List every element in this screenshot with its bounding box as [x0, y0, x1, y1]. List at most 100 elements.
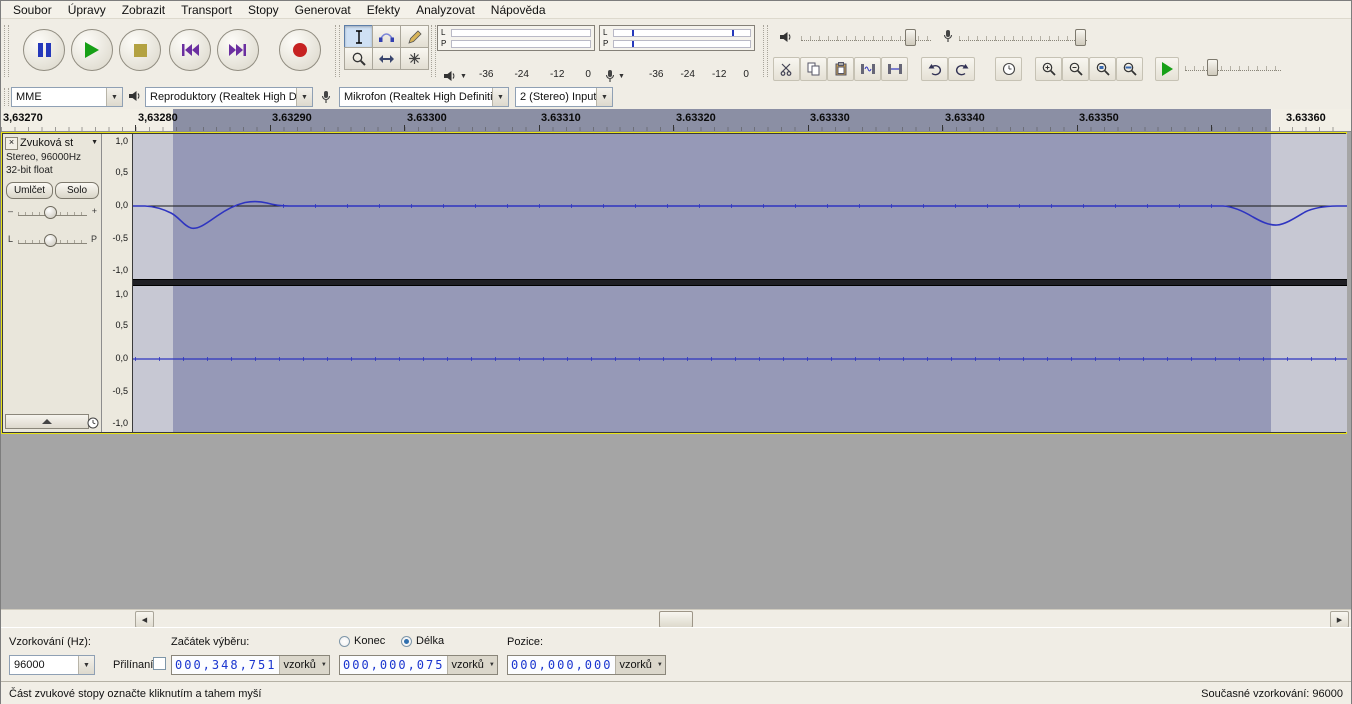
selection-start-digits[interactable]: 000,348,751 [172, 656, 279, 674]
toolbar-dock: L P ▼ -36 -24 -12 0 L P [1, 19, 1351, 86]
position-digits[interactable]: 000,000,000 [508, 656, 615, 674]
waveform-channel-left[interactable] [133, 134, 1347, 279]
clock-icon[interactable] [87, 417, 99, 429]
slider-thumb[interactable] [1207, 59, 1218, 76]
paste-icon [834, 62, 848, 76]
menu-item-edit[interactable]: Úpravy [60, 2, 114, 18]
zoom-in-button[interactable] [1035, 57, 1062, 81]
input-device-select[interactable]: Mikrofon (Realtek High Definiti ▼ [339, 87, 509, 107]
meter-toolbar-grip[interactable] [431, 25, 436, 77]
menu-item-help[interactable]: Nápověda [483, 2, 554, 18]
redo-button[interactable] [948, 57, 975, 81]
mute-button[interactable]: Umlčet [6, 182, 53, 199]
pan-slider-thumb[interactable] [44, 234, 57, 247]
waveform-left-svg [133, 134, 1347, 279]
end-radio[interactable]: Konec [339, 635, 385, 647]
envelope-tool-button[interactable] [372, 25, 401, 48]
selection-tool-button[interactable] [344, 25, 373, 48]
recording-meter-menu-button[interactable]: ▼ [605, 67, 625, 85]
input-channels-select[interactable]: 2 (Stereo) Input C ▼ [515, 87, 613, 107]
track-menu-button[interactable]: ▼ [91, 139, 98, 146]
pause-icon [38, 43, 51, 57]
playback-meter[interactable]: L P [437, 25, 595, 51]
horizontal-scrollbar[interactable]: ◀ ▶ [1, 609, 1351, 627]
chevron-down-icon: ▼ [296, 88, 312, 106]
track-close-button[interactable]: × [5, 137, 18, 150]
skip-to-start-button[interactable] [169, 29, 211, 71]
meter-mark [632, 30, 634, 36]
selection-start-field[interactable]: 000,348,751 vzorků ▼ [171, 655, 330, 675]
draw-tool-button[interactable] [400, 25, 429, 48]
chevron-down-icon[interactable]: ▼ [655, 656, 665, 674]
skip-to-end-button[interactable] [217, 29, 259, 71]
undo-button[interactable] [921, 57, 948, 81]
menu-item-file[interactable]: Soubor [5, 2, 60, 18]
selection-length-digits[interactable]: 000,000,075 [340, 656, 447, 674]
chevron-down-icon[interactable]: ▼ [319, 656, 329, 674]
fit-project-button[interactable] [1116, 57, 1143, 81]
menu-item-tracks[interactable]: Stopy [240, 2, 287, 18]
sync-lock-clock-button[interactable] [995, 57, 1022, 81]
scale-label: -1,0 [112, 265, 128, 275]
device-toolbar: MME ▼ Reproduktory (Realtek High De ▼ Mi… [1, 85, 1351, 110]
timeshift-tool-button[interactable] [372, 47, 401, 70]
slider-thumb[interactable] [905, 29, 916, 46]
gain-slider-thumb[interactable] [44, 206, 57, 219]
scroll-right-button[interactable]: ▶ [1330, 611, 1349, 628]
snap-to-checkbox[interactable] [153, 657, 166, 670]
trim-audio-button[interactable] [854, 57, 881, 81]
scale-label: 1,0 [115, 136, 128, 146]
vertical-scale-ruler[interactable]: 1,0 0,5 0,0 -0,5 -1,0 1,0 0,5 0,0 -0,5 -… [102, 134, 133, 432]
menu-item-effects[interactable]: Efekty [359, 2, 408, 18]
playback-meter-menu-button[interactable]: ▼ [443, 67, 467, 85]
menu-item-analyze[interactable]: Analyzovat [408, 2, 483, 18]
tools-toolbar-grip[interactable] [335, 25, 340, 77]
multi-tool-button[interactable] [400, 47, 429, 70]
gain-slider[interactable]: – + [6, 204, 99, 222]
record-button[interactable] [279, 29, 321, 71]
stop-button[interactable] [119, 29, 161, 71]
silence-audio-button[interactable] [881, 57, 908, 81]
position-field[interactable]: 000,000,000 vzorků ▼ [507, 655, 666, 675]
host-select[interactable]: MME ▼ [11, 87, 123, 107]
pan-slider[interactable]: L P [6, 232, 99, 250]
scissors-icon [780, 63, 793, 76]
length-radio[interactable]: Délka [401, 635, 444, 647]
device-toolbar-grip[interactable] [4, 88, 9, 106]
recording-meter[interactable]: L P [599, 25, 755, 51]
timeline-ruler[interactable]: 3,63270 3,63280 3.63290 3.63300 3.63310 … [1, 109, 1351, 132]
copy-button[interactable] [800, 57, 827, 81]
zoom-tool-button[interactable] [344, 47, 373, 70]
play-button[interactable] [71, 29, 113, 71]
paste-button[interactable] [827, 57, 854, 81]
scroll-thumb[interactable] [659, 611, 693, 628]
fit-selection-button[interactable] [1089, 57, 1116, 81]
zoom-out-button[interactable] [1062, 57, 1089, 81]
output-device-select[interactable]: Reproduktory (Realtek High De ▼ [145, 87, 313, 107]
solo-button[interactable]: Solo [55, 182, 99, 199]
track-area[interactable]: × Zvuková st ▼ Stereo, 96000Hz 32-bit fl… [1, 132, 1351, 609]
selection-length-field[interactable]: 000,000,075 vzorků ▼ [339, 655, 498, 675]
recording-meter-l-label: L [603, 28, 610, 37]
pause-button[interactable] [23, 29, 65, 71]
menu-item-generate[interactable]: Generovat [287, 2, 359, 18]
transport-toolbar-grip[interactable] [4, 25, 9, 77]
sample-rate-select[interactable]: 96000 ▼ [9, 655, 95, 675]
sample-rate-label: Vzorkování (Hz): [9, 636, 91, 648]
track-title[interactable]: Zvuková st [20, 137, 86, 149]
scroll-left-button[interactable]: ◀ [135, 611, 154, 628]
waveform-channel-right[interactable] [133, 286, 1347, 432]
chevron-down-icon[interactable]: ▼ [487, 656, 497, 674]
menu-item-view[interactable]: Zobrazit [114, 2, 173, 18]
input-volume-slider[interactable] [959, 29, 1087, 45]
play-at-speed-button[interactable] [1155, 57, 1179, 81]
mixer-toolbar-grip[interactable] [763, 25, 768, 77]
menu-item-transport[interactable]: Transport [173, 2, 240, 18]
output-volume-slider[interactable] [801, 29, 931, 45]
slider-thumb[interactable] [1075, 29, 1086, 46]
cut-button[interactable] [773, 57, 800, 81]
playback-speed-slider[interactable] [1185, 59, 1281, 75]
waveform-display[interactable] [133, 134, 1347, 432]
recording-meter-p-bar [613, 40, 751, 48]
collapse-track-button[interactable] [5, 414, 89, 429]
